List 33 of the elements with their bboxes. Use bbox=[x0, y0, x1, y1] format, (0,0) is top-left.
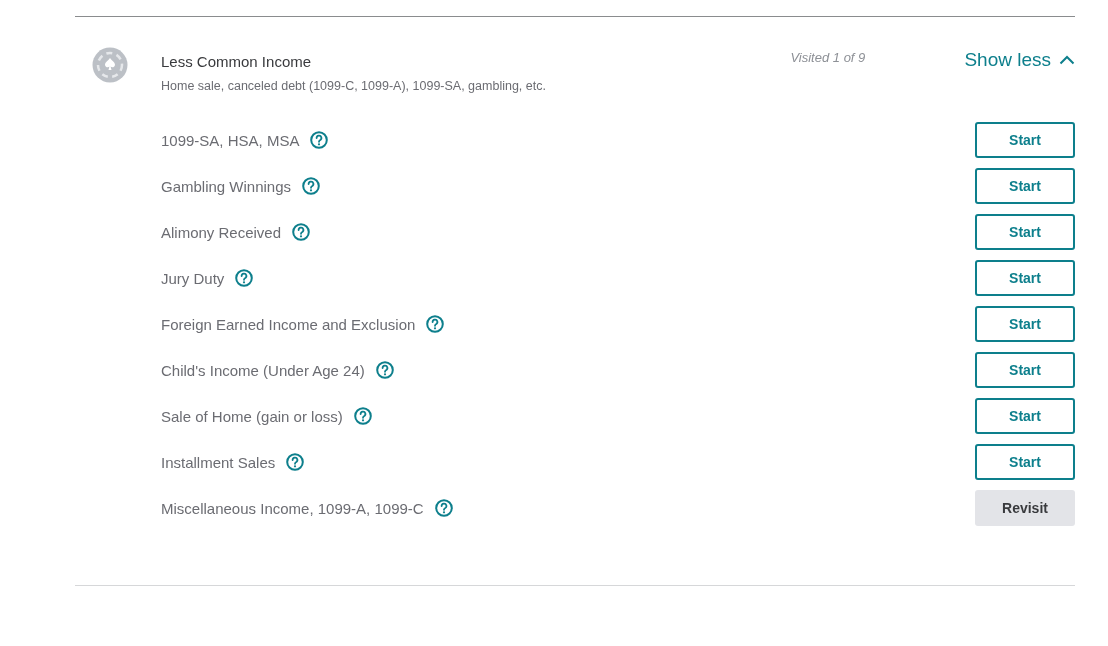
income-item-label: Alimony Received bbox=[161, 223, 282, 241]
help-icon[interactable] bbox=[286, 453, 305, 471]
start-button[interactable]: Start bbox=[975, 398, 1075, 434]
start-button[interactable]: Start bbox=[975, 260, 1075, 296]
income-item-label: Jury Duty bbox=[161, 269, 225, 287]
progress-text: Visited 1 of 9 bbox=[790, 49, 867, 65]
section-title: Less Common Income bbox=[161, 53, 313, 70]
section-subtitle: Home sale, canceled debt (1099-C, 1099-A), 1099-SA, gambling, etc. bbox=[161, 79, 547, 93]
help-icon[interactable] bbox=[235, 269, 254, 287]
poker-chip-icon bbox=[92, 47, 128, 83]
help-icon[interactable] bbox=[353, 407, 372, 425]
help-icon[interactable] bbox=[434, 499, 453, 517]
income-item-label: Installment Sales bbox=[161, 453, 276, 471]
start-button[interactable]: Start bbox=[975, 444, 1075, 480]
help-icon[interactable] bbox=[302, 177, 321, 195]
start-button[interactable]: Start bbox=[975, 306, 1075, 342]
help-icon[interactable] bbox=[426, 315, 445, 333]
start-button[interactable]: Start bbox=[975, 122, 1075, 158]
income-item-label: Child's Income (Under Age 24) bbox=[161, 361, 365, 379]
start-button[interactable]: Start bbox=[975, 168, 1075, 204]
chevron-icon bbox=[1059, 55, 1075, 65]
income-item-label: Miscellaneous Income, 1099-A, 1099-C bbox=[161, 499, 424, 517]
income-item-label: Sale of Home (gain or loss) bbox=[161, 407, 343, 425]
income-item-label: 1099-SA, HSA, MSA bbox=[161, 131, 300, 149]
income-item-label: Foreign Earned Income and Exclusion bbox=[161, 315, 416, 333]
income-item-label: Gambling Winnings bbox=[161, 177, 292, 195]
revisit-button[interactable]: Revisit bbox=[975, 490, 1075, 526]
help-icon[interactable] bbox=[292, 223, 311, 241]
start-button[interactable]: Start bbox=[975, 214, 1075, 250]
help-icon[interactable] bbox=[375, 361, 394, 379]
help-icon[interactable] bbox=[310, 131, 329, 149]
start-button[interactable]: Start bbox=[975, 352, 1075, 388]
show-less-link[interactable]: Show less bbox=[964, 47, 1075, 71]
